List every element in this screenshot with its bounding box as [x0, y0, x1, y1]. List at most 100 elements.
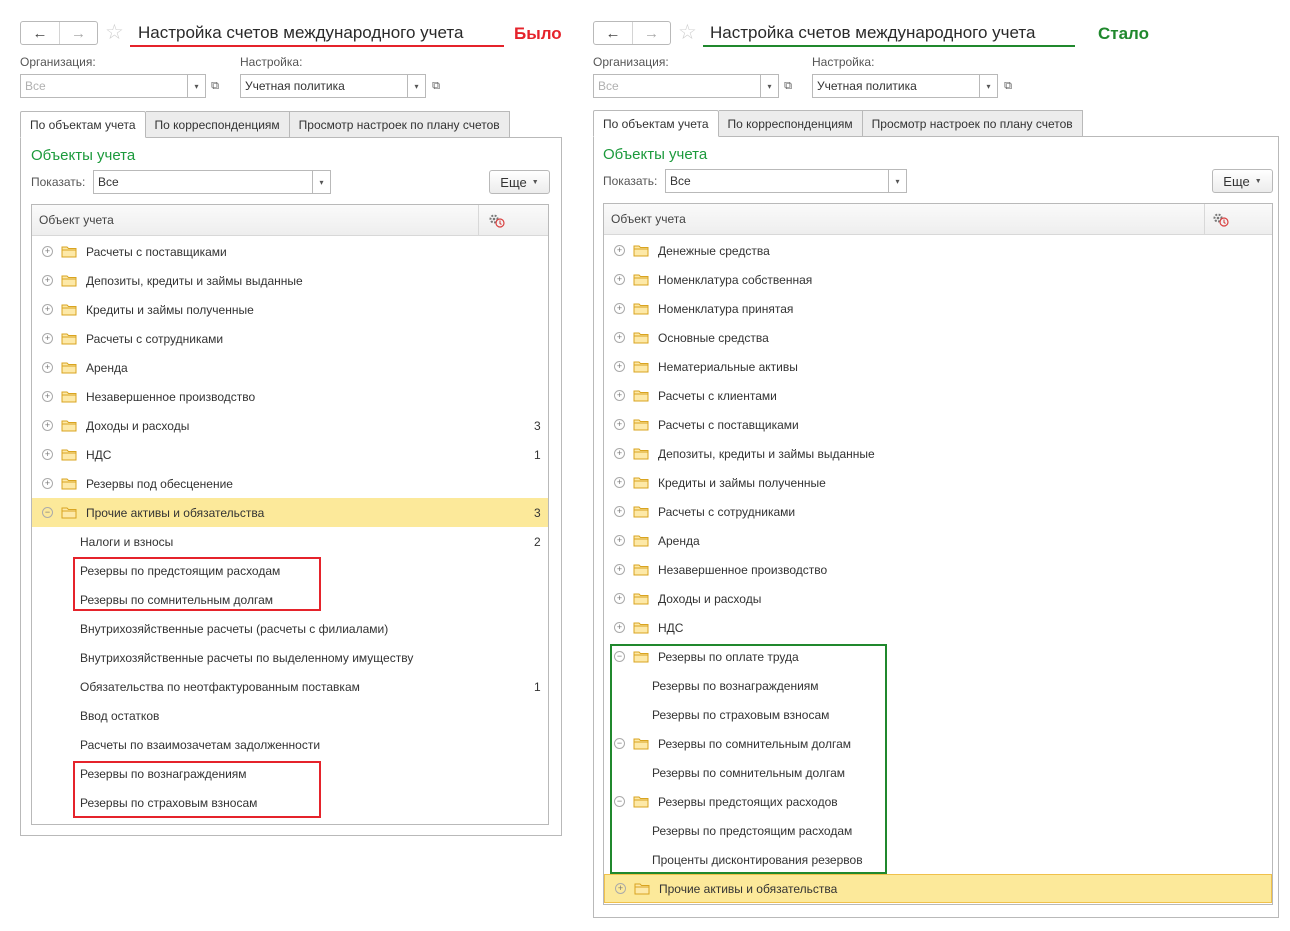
row-label: Расчеты с сотрудниками	[86, 331, 224, 346]
forward-button[interactable]: →	[59, 22, 97, 44]
expand-icon[interactable]: +	[615, 883, 626, 894]
expand-icon[interactable]: +	[42, 449, 53, 460]
expand-icon[interactable]: +	[614, 506, 625, 517]
table-row[interactable]: + Денежные средства	[604, 236, 1272, 265]
organization-dropdown-icon[interactable]: ▾	[761, 74, 779, 98]
setting-field[interactable]: Учетная политика	[812, 74, 980, 98]
setting-open-icon[interactable]: ⧉	[998, 74, 1018, 98]
tab-objects[interactable]: По объектам учета	[20, 111, 146, 138]
favorite-star-icon[interactable]: ☆	[678, 20, 697, 46]
tab-correspondences[interactable]: По корреспонденциям	[718, 110, 863, 137]
expand-icon[interactable]: +	[614, 564, 625, 575]
setting-field[interactable]: Учетная политика	[240, 74, 408, 98]
table-row[interactable]: + Расчеты с поставщиками	[32, 237, 548, 266]
table-row[interactable]: − Прочие активы и обязательства 3	[32, 498, 548, 527]
table-row[interactable]: + Расчеты с поставщиками	[604, 410, 1272, 439]
table-row[interactable]: Внутрихозяйственные расчеты по выделенно…	[32, 643, 548, 672]
show-filter[interactable]: Все	[665, 169, 889, 193]
row-label: Резервы под обесценение	[86, 476, 233, 491]
expand-icon[interactable]: +	[614, 622, 625, 633]
expand-icon[interactable]: +	[614, 245, 625, 256]
table-row[interactable]: + Незавершенное производство	[604, 555, 1272, 584]
table-row[interactable]: + Резервы под обесценение	[32, 469, 548, 498]
added-highlight-box	[610, 644, 887, 874]
expand-icon[interactable]: +	[614, 593, 625, 604]
expand-icon[interactable]: +	[42, 362, 53, 373]
show-filter[interactable]: Все	[93, 170, 313, 194]
title-underline	[130, 45, 504, 47]
expand-icon[interactable]: +	[42, 391, 53, 402]
tab-objects[interactable]: По объектам учета	[593, 110, 719, 137]
table-row[interactable]: + Незавершенное производство	[32, 382, 548, 411]
expand-icon[interactable]: +	[614, 274, 625, 285]
folder-icon	[61, 477, 77, 490]
show-label: Показать:	[31, 175, 86, 189]
folder-icon	[633, 360, 649, 373]
more-button[interactable]: Еще ▼	[1212, 169, 1273, 193]
favorite-star-icon[interactable]: ☆	[105, 20, 124, 46]
expand-icon[interactable]: +	[42, 420, 53, 431]
expand-icon[interactable]: +	[42, 478, 53, 489]
table-row[interactable]: + Расчеты с сотрудниками	[604, 497, 1272, 526]
expand-icon[interactable]: +	[42, 304, 53, 315]
table-row[interactable]: + Аренда	[604, 526, 1272, 555]
table-row[interactable]: + Кредиты и займы полученные	[32, 295, 548, 324]
setting-dropdown-icon[interactable]: ▾	[408, 74, 426, 98]
removed-highlight-box	[73, 761, 321, 818]
setting-open-icon[interactable]: ⧉	[426, 74, 446, 98]
table-row[interactable]: + Кредиты и займы полученные	[604, 468, 1272, 497]
expand-icon[interactable]: +	[614, 448, 625, 459]
expand-icon[interactable]: +	[614, 361, 625, 372]
table-row[interactable]: + Нематериальные активы	[604, 352, 1272, 381]
table-row[interactable]: Обязательства по неотфактурованным поста…	[32, 672, 548, 701]
tab-correspondences[interactable]: По корреспонденциям	[145, 111, 290, 138]
expand-icon[interactable]: +	[614, 332, 625, 343]
tab-chart-of-accounts[interactable]: Просмотр настроек по плану счетов	[289, 111, 510, 138]
expand-icon[interactable]: +	[614, 303, 625, 314]
show-dropdown-icon[interactable]: ▾	[313, 170, 331, 194]
table-row[interactable]: + НДС 1	[32, 440, 548, 469]
expand-icon[interactable]: +	[614, 535, 625, 546]
row-label: Незавершенное производство	[658, 562, 828, 577]
expand-icon[interactable]: +	[42, 275, 53, 286]
table-row[interactable]: + Расчеты с сотрудниками	[32, 324, 548, 353]
column-header-object[interactable]: Объект учета	[32, 205, 114, 235]
table-row[interactable]: + НДС	[604, 613, 1272, 642]
show-dropdown-icon[interactable]: ▾	[889, 169, 907, 193]
table-row[interactable]: Ввод остатков	[32, 701, 548, 730]
table-row[interactable]: + Депозиты, кредиты и займы выданные	[32, 266, 548, 295]
expand-icon[interactable]: +	[614, 419, 625, 430]
table-row[interactable]: + Доходы и расходы	[604, 584, 1272, 613]
back-button[interactable]: ←	[594, 22, 632, 44]
organization-field[interactable]: Все	[593, 74, 761, 98]
table-row[interactable]: + Основные средства	[604, 323, 1272, 352]
table-row[interactable]: + Номенклатура собственная	[604, 265, 1272, 294]
collapse-icon[interactable]: −	[42, 507, 53, 518]
back-button[interactable]: ←	[21, 22, 59, 44]
more-button[interactable]: Еще ▼	[489, 170, 550, 194]
table-row[interactable]: + Аренда	[32, 353, 548, 382]
table-row[interactable]: + Доходы и расходы 3	[32, 411, 548, 440]
table-row[interactable]: + Номенклатура принятая	[604, 294, 1272, 323]
table-row[interactable]: + Депозиты, кредиты и займы выданные	[604, 439, 1272, 468]
expand-icon[interactable]: +	[42, 246, 53, 257]
table-row[interactable]: + Расчеты с клиентами	[604, 381, 1272, 410]
table-row[interactable]: Расчеты по взаимозачетам задолженности	[32, 730, 548, 759]
organization-field[interactable]: Все	[20, 74, 188, 98]
expand-icon[interactable]: +	[42, 333, 53, 344]
folder-icon	[61, 506, 77, 519]
organization-open-icon[interactable]: ⧉	[205, 74, 225, 98]
expand-icon[interactable]: +	[614, 477, 625, 488]
expand-icon[interactable]: +	[614, 390, 625, 401]
table-row[interactable]: Внутрихозяйственные расчеты (расчеты с ф…	[32, 614, 548, 643]
forward-button[interactable]: →	[632, 22, 670, 44]
organization-dropdown-icon[interactable]: ▾	[188, 74, 206, 98]
row-label: Кредиты и займы полученные	[658, 475, 826, 490]
setting-dropdown-icon[interactable]: ▾	[980, 74, 998, 98]
organization-open-icon[interactable]: ⧉	[778, 74, 798, 98]
table-row[interactable]: + Прочие активы и обязательства	[604, 874, 1272, 903]
column-header-object[interactable]: Объект учета	[604, 204, 686, 234]
table-header: Объект учета	[32, 205, 548, 236]
table-row[interactable]: Налоги и взносы 2	[32, 527, 548, 556]
tab-chart-of-accounts[interactable]: Просмотр настроек по плану счетов	[862, 110, 1083, 137]
